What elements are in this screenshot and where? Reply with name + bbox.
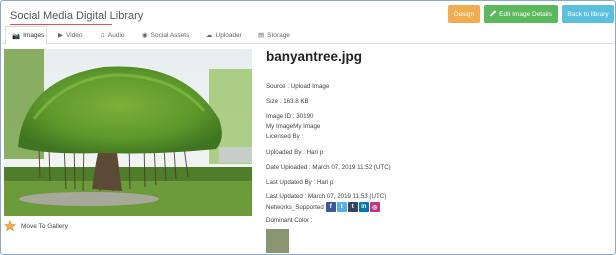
storage-icon: ▤ (258, 32, 265, 39)
last-updated-by-text: Last Updated By : Hari p (266, 179, 334, 186)
app-title: Social Media Digital Library (10, 10, 144, 22)
tab-images-label: Images (23, 32, 45, 39)
globe-icon: ◉ (142, 32, 148, 39)
tab-images[interactable]: 📷 Images (5, 26, 47, 45)
music-icon: ♫ (100, 31, 105, 39)
tab-storage[interactable]: ▤ Storage (258, 26, 290, 44)
tab-social-assets-label: Social Assets (150, 31, 190, 39)
tab-uploader[interactable]: ☁ Uploader (206, 26, 242, 44)
tab-social-assets[interactable]: ◉ Social Assets (142, 26, 189, 44)
app-window: Social Media Digital Library Design Edit… (0, 0, 616, 255)
edit-image-details-label: Edit Image Details (499, 10, 552, 18)
date-uploaded-text: Date Uploaded : March 07, 2019 11:52 (UT… (266, 164, 391, 171)
networks-supported: Networks_Supported f t t in ◎ (266, 201, 381, 213)
image-id-text: Image ID : 30190 (266, 113, 314, 120)
image-filename: banyantree.jpg (266, 49, 363, 64)
instagram-icon[interactable]: ◎ (369, 202, 380, 212)
back-to-library-button[interactable]: Back to library (562, 5, 614, 23)
networks-label: Networks_Supported (266, 203, 324, 211)
tab-video-label: Video (66, 31, 83, 39)
image-preview[interactable] (4, 49, 252, 216)
move-to-gallery[interactable]: Move To Gallery (4, 220, 68, 232)
dominant-color-swatch (266, 229, 289, 253)
last-updated-text: Last Updated : March 07, 2019 11:53 (UTC… (266, 193, 387, 200)
design-button[interactable]: Design (448, 5, 480, 23)
uploaded-by-text: Uploaded By : Hari p (266, 149, 324, 156)
title-underline (10, 24, 112, 25)
banyan-tree-image (4, 49, 252, 216)
edit-image-details-button[interactable]: Edit Image Details (484, 5, 558, 23)
star-icon (4, 220, 16, 232)
camera-icon: 📷 (12, 32, 21, 40)
pencil-icon (490, 11, 496, 17)
linkedin-icon[interactable]: in (358, 202, 369, 212)
media-tabs: 📷 Images ▶ Video ♫ Audio ◉ Social Assets… (2, 26, 614, 45)
tab-video[interactable]: ▶ Video (58, 26, 83, 44)
source-text: Source : Upload Image (266, 83, 330, 90)
my-image-text: My ImageMy Image (266, 123, 321, 130)
cloud-upload-icon: ☁ (206, 32, 213, 39)
size-text: Size : 163.8 KB (266, 98, 309, 105)
tab-storage-label: Storage (267, 31, 290, 39)
tumblr-icon[interactable]: t (347, 202, 358, 212)
move-to-gallery-label: Move To Gallery (21, 222, 68, 230)
video-icon: ▶ (58, 32, 63, 39)
facebook-icon[interactable]: f (325, 202, 336, 212)
twitter-icon[interactable]: t (336, 202, 347, 212)
tab-audio-label: Audio (107, 31, 125, 39)
header-bar: Social Media Digital Library Design Edit… (2, 2, 614, 26)
tab-audio[interactable]: ♫ Audio (100, 26, 125, 44)
tab-uploader-label: Uploader (215, 31, 242, 39)
dominant-color-label: Dominant Color : (266, 217, 313, 224)
licensed-by-text: Licensed By : (266, 133, 304, 140)
